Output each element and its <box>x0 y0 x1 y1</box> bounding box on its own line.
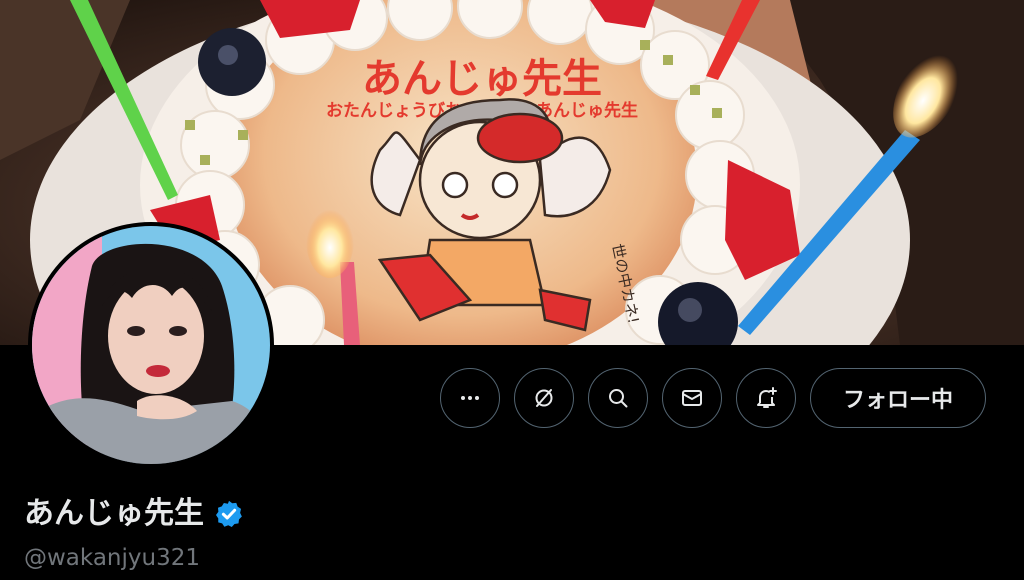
avatar-image <box>32 226 270 464</box>
display-name: あんじゅ先生 <box>24 496 204 531</box>
more-icon <box>460 396 479 400</box>
bell-plus-icon <box>756 387 777 408</box>
grok-icon <box>535 389 553 407</box>
search-icon <box>608 389 628 408</box>
notify-button[interactable] <box>735 368 796 428</box>
grok-button[interactable] <box>513 368 574 428</box>
mail-icon <box>681 390 702 406</box>
profile-actions: フォロー中 <box>439 367 986 429</box>
profile-name-row: あんじゅ先生 <box>24 494 244 534</box>
verified-badge-icon[interactable] <box>214 499 244 529</box>
avatar[interactable] <box>28 222 274 468</box>
search-button[interactable] <box>587 368 648 428</box>
more-button[interactable] <box>439 368 500 428</box>
profile-handle: @wakanjyu321 <box>24 545 200 571</box>
following-button[interactable]: フォロー中 <box>809 368 986 428</box>
message-button[interactable] <box>661 368 722 428</box>
cake-title: あんじゅ先生 <box>362 56 602 102</box>
